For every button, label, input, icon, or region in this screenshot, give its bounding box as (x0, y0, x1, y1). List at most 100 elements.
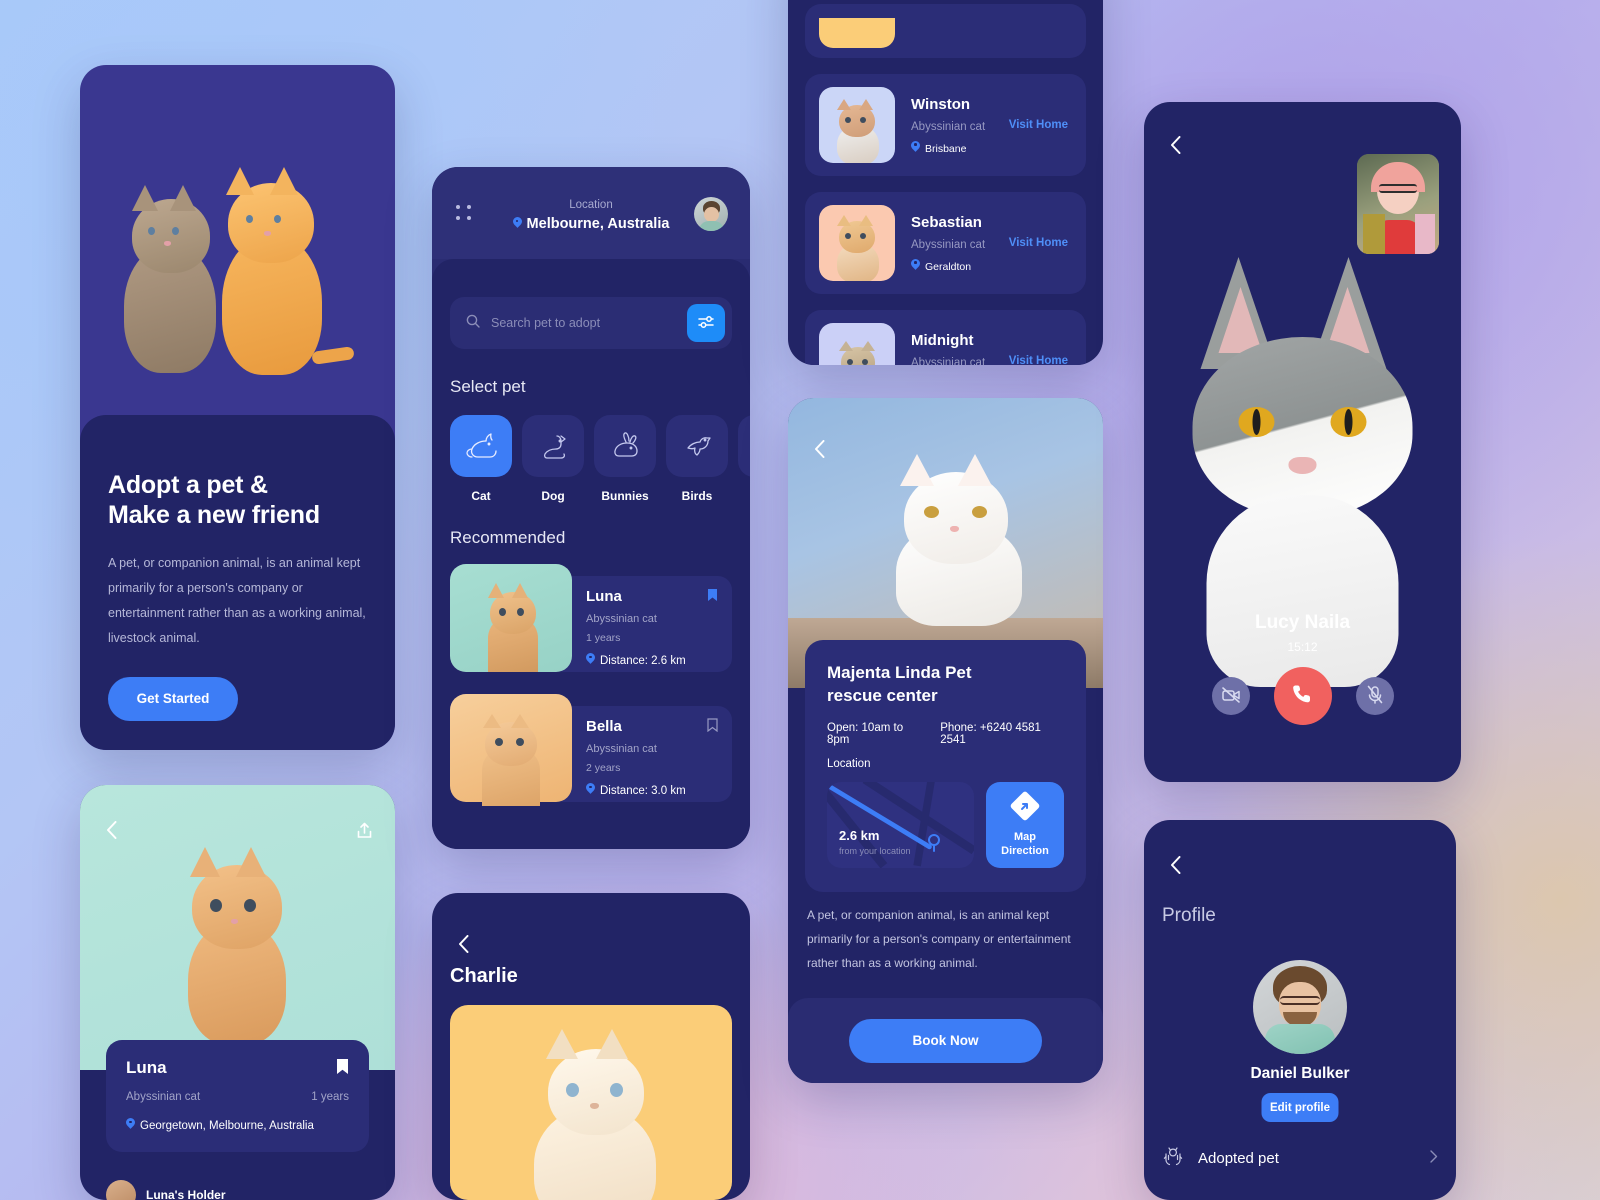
title-line-2: rescue center (827, 685, 938, 705)
caller-name: Lucy Naila (1254, 612, 1351, 633)
pet-age: 1 years (311, 1091, 349, 1103)
rabbit-outline-icon (594, 415, 656, 477)
pet-breed: Abyssinian cat (586, 613, 657, 625)
visit-home-link[interactable]: Visit Home (1009, 119, 1072, 131)
pet-thumbnail (819, 18, 895, 48)
pet-breed: Abyssinian cat (126, 1091, 201, 1103)
pet-breed: Abyssinian cat (911, 120, 986, 133)
home-body: Search pet to adopt Select pet Cat Dog B… (432, 259, 750, 849)
pet-breed: Abyssinian cat (911, 356, 986, 366)
mini-map[interactable]: 2.6 km from your location (827, 781, 974, 868)
white-cat-illustration (880, 450, 1030, 626)
search-input[interactable]: Search pet to adopt (491, 316, 687, 330)
end-call-button[interactable] (1273, 667, 1332, 725)
pet-distance-text: Distance: 3.0 km (600, 785, 686, 797)
list-item[interactable]: Luna Abyssinian cat 1 years Distance: 2.… (450, 564, 732, 672)
pet-location: Geraldton (911, 259, 1009, 273)
bookmark-outline-icon[interactable] (707, 718, 718, 737)
chevron-right-icon (1430, 1149, 1438, 1168)
list-item[interactable]: Winston Abyssinian cat Brisbane Visit Ho… (805, 74, 1086, 176)
pet-category-label: Bunnies (601, 489, 649, 503)
pet-category-label: Dog (541, 489, 565, 503)
map-direction-label: Map Direction (1001, 831, 1049, 859)
page-title: Adopt a pet & Make a new friend (108, 471, 367, 531)
pet-name: Bella (586, 718, 622, 735)
pet-location-text: Geraldton (925, 260, 972, 273)
pet-category-bunnies[interactable]: Bunnies (594, 415, 656, 503)
back-button[interactable] (1162, 852, 1188, 878)
map-direction-button[interactable]: Map Direction (986, 781, 1064, 868)
select-pet-heading: Select pet (450, 377, 526, 396)
pet-owner-row[interactable]: Luna's Holder (106, 1180, 226, 1200)
kitten-illustration (833, 215, 885, 281)
visit-home-link[interactable]: Visit Home (1009, 237, 1072, 249)
pet-thumbnail (819, 87, 895, 163)
bookmark-filled-icon[interactable] (336, 1058, 349, 1080)
home-header: Location Melbourne, Australia (432, 167, 750, 259)
pet-category-dog[interactable]: Dog (522, 415, 584, 503)
profile-name: Daniel Bulker (1250, 1065, 1350, 1082)
rescue-center-title: Majenta Linda Pet rescue center (827, 662, 1064, 708)
list-item[interactable]: Midnight Abyssinian cat Townsville Visit… (805, 310, 1086, 365)
cat-illustration (522, 1027, 672, 1200)
edit-profile-button[interactable]: Edit profile (1261, 1093, 1339, 1122)
book-now-button[interactable]: Book Now (849, 1018, 1042, 1063)
sliders-filter-icon (697, 315, 715, 332)
toggle-mic-button[interactable] (1355, 677, 1394, 715)
toggle-video-button[interactable] (1211, 677, 1250, 715)
pet-distance: Distance: 3.0 km (586, 783, 718, 797)
pet-category-label: Birds (681, 489, 713, 503)
back-button[interactable] (1162, 132, 1188, 158)
profile-screen: Profile Daniel Bulker Edit profile Adopt… (1144, 820, 1456, 1200)
mic-off-icon (1366, 685, 1384, 708)
kitten-orange-illustration (208, 161, 355, 379)
visit-home-link[interactable]: Visit Home (1009, 355, 1072, 365)
pet-category-more[interactable] (738, 415, 750, 503)
kitten-illustration (827, 341, 889, 365)
map-pin-icon (911, 141, 920, 153)
pet-location: Brisbane (911, 141, 1009, 155)
call-controls (1144, 667, 1461, 725)
direction-label-2: Direction (1001, 844, 1049, 857)
direction-arrow-icon (1010, 791, 1040, 824)
bookmark-filled-icon[interactable] (707, 588, 718, 607)
map-pin-icon (927, 833, 941, 857)
get-started-button[interactable]: Get Started (108, 676, 238, 721)
call-duration: 15:12 (1287, 640, 1318, 654)
pet-category-birds[interactable]: Birds (666, 415, 728, 503)
self-view-thumbnail[interactable] (1357, 154, 1439, 254)
share-icon[interactable] (351, 817, 377, 843)
onboarding-screen: Adopt a pet & Make a new friend A pet, o… (80, 65, 395, 750)
pet-thumbnail (819, 205, 895, 281)
list-item[interactable]: Bella Abyssinian cat 2 years Distance: 3… (450, 694, 732, 806)
kitten-illustration (480, 578, 546, 672)
onboarding-copy-block: Adopt a pet & Make a new friend A pet, o… (80, 415, 395, 750)
avatar[interactable] (694, 197, 728, 231)
pet-location-text: Georgetown, Melbourne, Australia (140, 1120, 314, 1132)
pet-list-screen: Winston Abyssinian cat Brisbane Visit Ho… (788, 0, 1103, 365)
avatar[interactable] (1253, 960, 1347, 1054)
onboarding-description: A pet, or companion animal, is an animal… (108, 555, 366, 645)
title-line-1: Adopt a pet & (108, 471, 268, 499)
call-screen: Lucy Naila 15:12 (1144, 102, 1461, 782)
pet-owner-label: Luna's Holder (146, 1188, 226, 1200)
recommended-heading: Recommended (450, 528, 566, 547)
hands-holding-pet-icon (1162, 1145, 1184, 1172)
menu-item-adopted-pet[interactable]: Adopted pet (1162, 1145, 1438, 1172)
search-icon (466, 314, 480, 333)
end-call-icon (1290, 682, 1315, 710)
search-bar[interactable]: Search pet to adopt (450, 297, 732, 349)
dog-outline-icon (522, 415, 584, 477)
list-item[interactable]: Sebastian Abyssinian cat Geraldton Visit… (805, 192, 1086, 294)
back-button[interactable] (806, 436, 832, 462)
phone-label: Phone: (940, 721, 977, 734)
pet-category-cat[interactable]: Cat (450, 415, 512, 503)
title-line-2: Make a new friend (108, 500, 320, 529)
list-item-partial[interactable] (805, 4, 1086, 58)
pet-breed: Abyssinian cat (586, 743, 657, 755)
filter-button[interactable] (687, 304, 725, 342)
pet-location-text: Brisbane (925, 142, 967, 155)
back-button[interactable] (450, 931, 476, 957)
pet-category-list: Cat Dog Bunnies Birds (450, 415, 750, 503)
back-button[interactable] (98, 817, 124, 843)
